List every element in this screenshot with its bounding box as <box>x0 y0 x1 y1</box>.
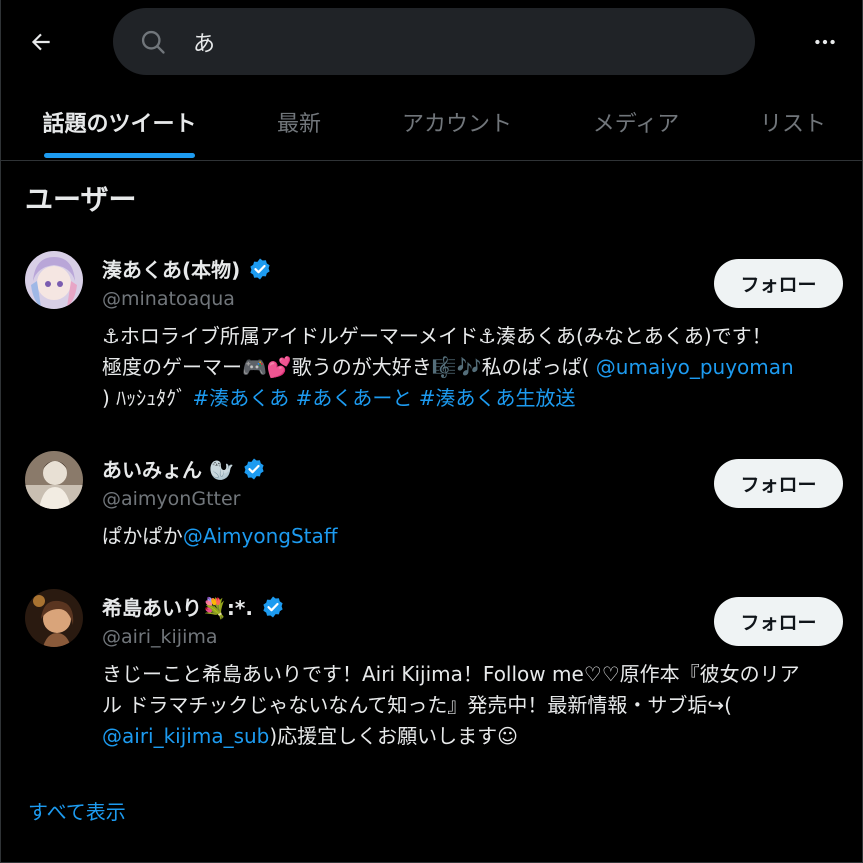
follow-button[interactable]: フォロー <box>714 259 843 308</box>
user-cell[interactable]: 湊あくあ(本物) @minatoaqua フォロー ⚓ホロライブ所属アイドルゲー… <box>1 240 863 430</box>
search-icon <box>141 30 165 54</box>
bio-line: きじーこと希島あいりです！Airi Kijima！Follow me♡♡原作本『… <box>102 662 800 686</box>
more-options-button[interactable] <box>807 24 843 60</box>
user-handle: @minatoaqua <box>102 288 235 310</box>
bio-text: ぱかぱか <box>102 524 183 548</box>
active-tab-indicator <box>44 153 195 158</box>
section-title: ユーザー <box>25 183 137 216</box>
back-arrow-icon <box>31 33 50 51</box>
bio-text: 極度のゲーマー🎮💕歌うのが大好き🎼🎶私のぱっぱ( <box>102 355 596 379</box>
tab-lists[interactable]: リスト <box>749 82 837 161</box>
tab-media[interactable]: メディア <box>583 82 689 161</box>
user-cell[interactable]: 希島あいり💐:*. @airi_kijima フォロー きじーこと希島あいりです… <box>1 578 863 778</box>
user-handle: @aimyonGtter <box>102 488 241 510</box>
bio-text: ) ﾊｯｼｭﾀｸﾞ <box>102 386 193 410</box>
tab-top[interactable]: 話題のツイート <box>43 82 197 161</box>
mention-link[interactable]: @AimyongStaff <box>183 524 338 548</box>
search-results-page: 話題のツイート 最新 アカウント メディア リスト ユーザー 湊あくあ(本物) <box>0 0 863 863</box>
show-all-link[interactable]: すべて表示 <box>28 796 126 825</box>
tab-latest[interactable]: 最新 <box>263 82 335 161</box>
follow-button[interactable]: フォロー <box>714 597 843 646</box>
tab-accounts[interactable]: アカウント <box>393 82 521 161</box>
bio-line: 極度のゲーマー🎮💕歌うのが大好き🎼🎶私のぱっぱ( @umaiyo_puyoman <box>102 352 842 383</box>
follow-button[interactable]: フォロー <box>714 459 843 508</box>
user-bio: きじーこと希島あいりです！Airi Kijima！Follow me♡♡原作本『… <box>102 659 842 752</box>
mention-link[interactable]: @airi_kijima_sub <box>102 724 269 748</box>
search-input[interactable] <box>193 22 713 62</box>
hashtag-links[interactable]: #湊あくあ #あくあーと #湊あくあ生放送 <box>193 386 576 410</box>
verified-icon <box>263 596 283 617</box>
verified-icon <box>250 258 270 279</box>
verified-icon <box>244 458 264 479</box>
user-handle: @airi_kijima <box>102 626 218 648</box>
bio-line: ) ﾊｯｼｭﾀｸﾞ #湊あくあ #あくあーと #湊あくあ生放送 <box>102 383 842 414</box>
avatar[interactable] <box>25 251 83 309</box>
bio-line: ⚓ホロライブ所属アイドルゲーマーメイド⚓湊あくあ(みなとあくあ)です！ <box>102 324 772 348</box>
user-name[interactable]: 希島あいり💐:*. <box>102 592 253 621</box>
back-button[interactable] <box>23 24 59 60</box>
top-bar <box>1 0 863 82</box>
bio-text: )応援宜しくお願いします☺ <box>269 724 519 748</box>
avatar[interactable] <box>25 451 83 509</box>
avatar[interactable] <box>25 589 83 647</box>
search-box[interactable] <box>113 8 755 75</box>
user-name[interactable]: 湊あくあ(本物) <box>102 254 240 283</box>
mention-link[interactable]: @umaiyo_puyoman <box>596 355 794 379</box>
user-bio: ぱかぱか@AimyongStaff <box>102 521 842 552</box>
more-icon <box>815 39 835 45</box>
search-tabs: 話題のツイート 最新 アカウント メディア リスト <box>1 82 863 161</box>
bio-line: @airi_kijima_sub)応援宜しくお願いします☺ <box>102 721 842 752</box>
user-bio: ⚓ホロライブ所属アイドルゲーマーメイド⚓湊あくあ(みなとあくあ)です！ 極度のゲ… <box>102 321 842 414</box>
user-cell[interactable]: あいみょん 🦭 @aimyonGtter フォロー ぱかぱか@AimyongSt… <box>1 440 863 570</box>
user-name[interactable]: あいみょん 🦭 <box>102 454 234 483</box>
bio-line: ル ドラマチックじゃないなんて知った』発売中！最新情報・サブ垢↪( <box>102 693 732 717</box>
